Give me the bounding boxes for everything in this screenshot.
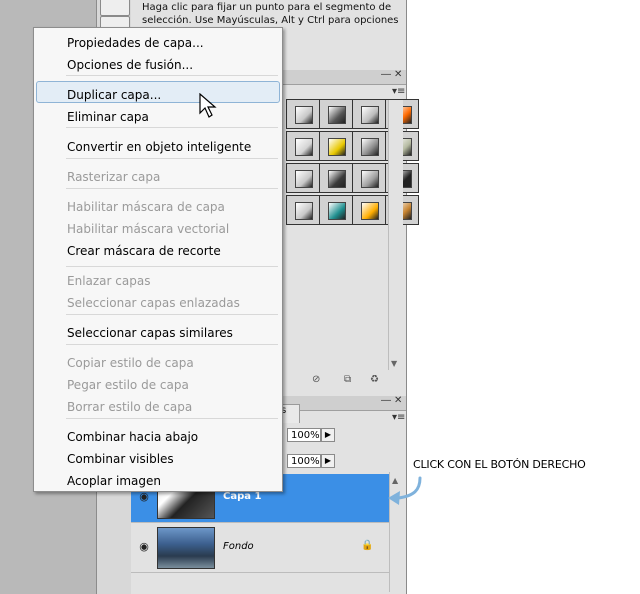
menu-item[interactable]: Seleccionar capas similares: [67, 326, 233, 340]
style-swatch[interactable]: [286, 195, 320, 225]
style-swatch[interactable]: [319, 99, 353, 129]
menu-separator: [66, 188, 278, 189]
fill-field[interactable]: 100%: [287, 454, 321, 468]
tool-help-text: Haga clic para fijar un punto para el se…: [142, 2, 399, 26]
style-preview-icon: [295, 170, 313, 188]
new-style-icon[interactable]: ⧉: [344, 374, 351, 385]
collapse-icon[interactable]: ―: [381, 69, 391, 80]
menu-item: Habilitar máscara de capa: [67, 200, 225, 214]
style-swatch[interactable]: [319, 163, 353, 193]
style-swatch[interactable]: [352, 131, 386, 161]
style-swatch[interactable]: [352, 99, 386, 129]
menu-separator: [66, 418, 278, 419]
layer-name: Fondo: [223, 541, 254, 552]
style-preview-icon: [328, 170, 346, 188]
menu-item: Borrar estilo de capa: [67, 400, 193, 414]
mouse-cursor-icon: [199, 93, 217, 118]
style-swatch[interactable]: [286, 131, 320, 161]
clear-style-icon[interactable]: ⊘: [312, 374, 320, 385]
menu-item: Habilitar máscara vectorial: [67, 222, 230, 236]
style-swatch[interactable]: [352, 195, 386, 225]
style-preview-icon: [328, 138, 346, 156]
dock-icon-button[interactable]: [100, 0, 130, 16]
opacity-slider-button[interactable]: ▶: [321, 428, 335, 442]
menu-item[interactable]: Duplicar capa...: [67, 88, 161, 102]
menu-item[interactable]: Crear máscara de recorte: [67, 244, 221, 258]
opacity-field[interactable]: 100%: [287, 428, 321, 442]
layer-name: Capa 1: [223, 491, 262, 502]
annotation-arrow-icon: [388, 476, 422, 505]
layer-context-menu: Propiedades de capa... Opciones de fusión…: [33, 27, 283, 492]
menu-separator: [66, 158, 278, 159]
menu-item[interactable]: Opciones de fusión...: [67, 58, 193, 72]
style-preview-icon: [361, 138, 379, 156]
menu-separator: [66, 314, 278, 315]
style-preview-icon: [295, 138, 313, 156]
panel-menu-icon[interactable]: ▾≡: [392, 412, 405, 423]
styles-bottom-bar: ⊘ ⧉ ♻: [286, 372, 402, 388]
style-swatch[interactable]: [286, 163, 320, 193]
menu-item: Seleccionar capas enlazadas: [67, 296, 240, 310]
menu-item[interactable]: Propiedades de capa...: [67, 36, 204, 50]
style-preview-icon: [361, 202, 379, 220]
style-swatch[interactable]: [286, 99, 320, 129]
style-preview-icon: [328, 202, 346, 220]
style-preview-icon: [361, 106, 379, 124]
menu-item[interactable]: Combinar visibles: [67, 452, 174, 466]
styles-scrollbar[interactable]: ▼: [388, 100, 403, 370]
collapse-icon[interactable]: ―: [381, 395, 391, 406]
annotation-text: CLICK CON EL BOTÓN DERECHO: [413, 458, 586, 471]
menu-item: Enlazar capas: [67, 274, 151, 288]
menu-item[interactable]: Acoplar imagen: [67, 474, 161, 488]
fill-slider-button[interactable]: ▶: [321, 454, 335, 468]
style-preview-icon: [295, 106, 313, 124]
layer-thumbnail: [157, 527, 215, 569]
layer-row-fondo[interactable]: ◉ Fondo 🔒: [131, 524, 389, 573]
style-swatch[interactable]: [352, 163, 386, 193]
lock-icon: 🔒: [361, 540, 374, 551]
menu-item: Pegar estilo de capa: [67, 378, 189, 392]
menu-separator: [66, 344, 278, 345]
menu-item[interactable]: Eliminar capa: [67, 110, 149, 124]
menu-item: Rasterizar capa: [67, 170, 161, 184]
scroll-down-icon[interactable]: ▼: [391, 359, 397, 368]
menu-separator: [66, 127, 278, 128]
style-preview-icon: [361, 170, 379, 188]
style-preview-icon: [295, 202, 313, 220]
menu-item[interactable]: Convertir en objeto inteligente: [67, 140, 251, 154]
menu-separator: [66, 75, 278, 76]
style-swatch[interactable]: [319, 131, 353, 161]
panel-menu-icon[interactable]: ▾≡: [392, 86, 405, 97]
style-preview-icon: [328, 106, 346, 124]
close-icon[interactable]: ✕: [394, 69, 402, 80]
trash-icon[interactable]: ♻: [370, 374, 379, 385]
menu-separator: [66, 266, 278, 267]
style-swatch[interactable]: [319, 195, 353, 225]
close-icon[interactable]: ✕: [394, 395, 402, 406]
menu-item: Copiar estilo de capa: [67, 356, 194, 370]
menu-item[interactable]: Combinar hacia abajo: [67, 430, 198, 444]
eye-icon[interactable]: ◉: [135, 538, 153, 556]
